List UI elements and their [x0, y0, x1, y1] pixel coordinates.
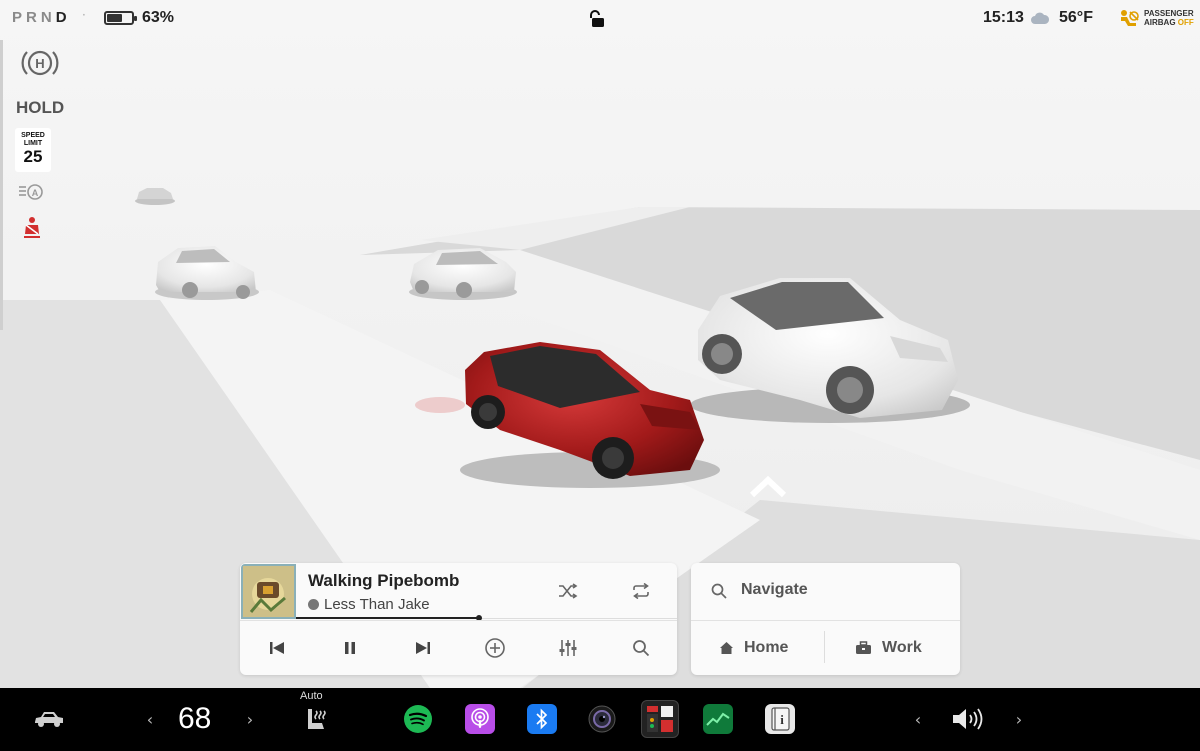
manual-icon: i — [771, 707, 790, 731]
gear-r: R — [26, 9, 41, 26]
repeat-icon — [633, 583, 649, 599]
shuffle-icon — [559, 583, 578, 599]
speed-limit-label-1: SPEED — [21, 132, 45, 139]
chevron-left-icon: ‹ — [914, 709, 922, 729]
car-controls-button[interactable] — [32, 706, 66, 732]
playback-progress[interactable] — [296, 615, 677, 621]
work-shortcut-button[interactable]: Work — [855, 620, 922, 675]
volume-up-button[interactable]: › — [1011, 708, 1027, 730]
temp-decrease-button[interactable]: ‹ — [142, 708, 158, 730]
toybox-app-button[interactable] — [641, 700, 679, 738]
navigate-search-field[interactable]: Navigate — [691, 563, 960, 619]
chevron-right-icon: › — [1015, 709, 1023, 729]
battery-level-fill — [107, 14, 122, 22]
search-icon — [633, 640, 650, 657]
seat-heater-mode: Auto — [300, 690, 323, 702]
track-title: Walking Pipebomb — [308, 571, 460, 590]
navigate-placeholder: Navigate — [741, 581, 808, 598]
clock-time: 15:13 — [983, 9, 1024, 26]
gear-p: P — [12, 9, 27, 26]
pause-icon — [345, 642, 355, 654]
status-separator: · — [82, 8, 86, 22]
svg-text:i: i — [780, 712, 784, 727]
navigation-card: Navigate Home Work — [691, 563, 960, 675]
passenger-airbag-status: PASSENGER AIRBAG OFF — [1144, 9, 1194, 27]
next-track-button[interactable] — [409, 634, 437, 662]
passenger-airbag-icon — [1121, 10, 1139, 26]
volume-icon — [953, 708, 983, 730]
speed-limit-value: 25 — [23, 147, 43, 166]
gear-selector: PRND — [12, 9, 71, 26]
spotify-app-button[interactable] — [403, 704, 433, 734]
spotify-icon — [404, 705, 432, 733]
stocks-icon — [706, 712, 730, 726]
previous-icon — [270, 642, 284, 654]
gear-n: N — [40, 9, 56, 26]
podcasts-icon — [471, 708, 489, 728]
speed-limit-sign: SPEED LIMIT 25 — [15, 128, 51, 172]
seatbelt-warning-icon — [24, 217, 40, 238]
auto-high-beam-icon: A — [19, 184, 43, 200]
home-icon — [720, 641, 733, 654]
stocks-app-button[interactable] — [703, 704, 733, 734]
cloud-icon — [1031, 12, 1050, 24]
next-icon — [416, 642, 430, 654]
camera-icon — [588, 705, 616, 733]
shuffle-button[interactable] — [554, 577, 582, 605]
equalizer-button[interactable] — [554, 634, 582, 662]
status-bar: PRND · 63% 15:13 56°F PASSENGER AIRBAG O… — [0, 0, 1200, 38]
chevron-left-icon: ‹ — [146, 709, 154, 729]
media-search-button[interactable] — [627, 634, 655, 662]
airbag-line1: PASSENGER — [1144, 9, 1194, 18]
artist-name: Less Than Jake — [324, 596, 430, 613]
seat-heater-icon — [308, 709, 326, 729]
podcasts-app-button[interactable] — [465, 704, 495, 734]
svg-text:A: A — [32, 188, 39, 198]
temp-increase-button[interactable]: › — [242, 708, 258, 730]
repeat-button[interactable] — [627, 577, 655, 605]
media-divider — [240, 620, 677, 621]
home-shortcut-button[interactable]: Home — [719, 620, 788, 675]
add-icon — [485, 638, 505, 658]
chevron-right-icon: › — [246, 709, 254, 729]
owners-manual-app-button[interactable]: i — [765, 704, 795, 734]
seat-heater-button[interactable] — [300, 704, 332, 736]
outside-temperature: 56°F — [1059, 9, 1093, 26]
hold-brake-icon: H — [21, 50, 59, 76]
unlock-icon[interactable] — [590, 10, 606, 28]
left-edge-handle[interactable] — [0, 40, 3, 330]
car-icon — [35, 712, 63, 727]
battery-percent[interactable]: 63% — [142, 9, 174, 27]
toybox-icon — [647, 706, 673, 732]
airbag-line2-prefix: AIRBAG — [1144, 18, 1176, 27]
gear-d: D — [55, 9, 71, 26]
search-icon — [711, 583, 727, 599]
battery-icon — [104, 11, 137, 25]
hold-label: HOLD — [16, 98, 65, 117]
volume-button[interactable] — [948, 704, 986, 734]
equalizer-icon — [559, 640, 577, 656]
bluetooth-app-button[interactable] — [527, 704, 557, 734]
airbag-line2-status: OFF — [1177, 18, 1194, 27]
pause-button[interactable] — [336, 634, 364, 662]
album-art[interactable] — [241, 564, 296, 619]
briefcase-icon — [856, 640, 871, 654]
playback-progress-fill — [296, 617, 479, 619]
nav-shortcut-divider — [824, 631, 825, 663]
previous-track-button[interactable] — [263, 634, 291, 662]
svg-text:H: H — [35, 56, 44, 71]
media-player-card: Walking Pipebomb Less Than Jake — [240, 563, 677, 675]
bluetooth-icon — [536, 708, 548, 730]
cabin-temperature[interactable]: 68 — [178, 702, 211, 736]
work-label: Work — [882, 638, 922, 656]
home-label: Home — [744, 638, 789, 656]
camera-app-button[interactable] — [587, 704, 617, 734]
bottom-dock: ‹ 68 › Auto i ‹ › — [0, 688, 1200, 751]
artist-row: Less Than Jake — [308, 596, 430, 613]
volume-down-button[interactable]: ‹ — [910, 708, 926, 730]
add-to-library-button[interactable] — [481, 634, 509, 662]
spotify-source-icon — [308, 599, 319, 610]
